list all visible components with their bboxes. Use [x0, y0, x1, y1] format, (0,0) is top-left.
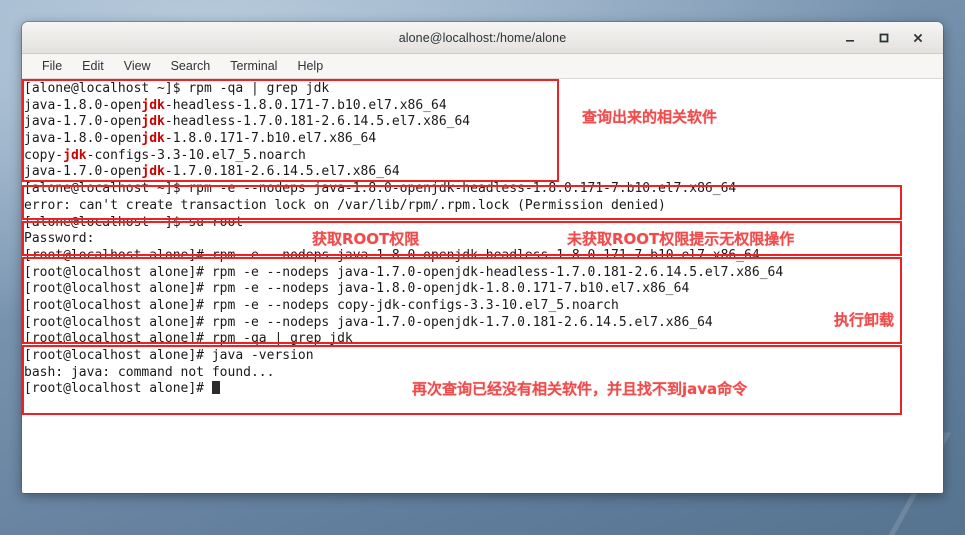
terminal-line-text: [root@localhost alone]# rpm -e --nodeps … [24, 281, 690, 297]
menu-item-help[interactable]: Help [287, 57, 333, 75]
minimize-icon[interactable] [842, 30, 858, 46]
terminal-line-text: error: can't create transaction lock on … [24, 197, 666, 213]
menu-item-view[interactable]: View [114, 57, 161, 75]
terminal-line-text: copy- [24, 147, 64, 163]
terminal-line: [root@localhost alone]# rpm -e --nodeps … [24, 248, 783, 265]
terminal-line-text: [root@localhost alone]# [24, 381, 212, 397]
terminal-cursor [211, 381, 221, 395]
terminal-line-text: [root@localhost alone]# rpm -e --nodeps … [24, 314, 713, 330]
terminal-line: java-1.7.0-openjdk-headless-1.7.0.181-2.… [24, 114, 783, 131]
terminal-line-text: -headless-1.7.0.181-2.6.14.5.el7.x86_64 [164, 114, 471, 130]
terminal-line: java-1.7.0-openjdk-1.7.0.181-2.6.14.5.el… [24, 164, 783, 181]
terminal-line-text: -1.7.0.181-2.6.14.5.el7.x86_64 [164, 164, 400, 180]
window-controls [842, 30, 943, 46]
terminal-line-text: [root@localhost alone]# java -version [24, 348, 314, 363]
window-titlebar[interactable]: alone@localhost:/home/alone [22, 22, 943, 54]
terminal-line: error: can't create transaction lock on … [24, 198, 783, 215]
terminal-line: [root@localhost alone]# rpm -qa | grep j… [24, 331, 783, 348]
terminal-line: [root@localhost alone]# rpm -e --nodeps … [24, 281, 783, 298]
close-icon[interactable] [910, 30, 926, 46]
terminal-text: [alone@localhost ~]$ rpm -qa | grep jdk j… [22, 79, 783, 398]
maximize-icon[interactable] [876, 30, 892, 46]
terminal-line: [alone@localhost ~]$ rpm -qa | grep jdk [24, 81, 783, 98]
menu-item-terminal[interactable]: Terminal [220, 57, 287, 75]
window-title: alone@localhost:/home/alone [398, 30, 567, 45]
terminal-window: alone@localhost:/home/alone File Edit Vi… [22, 22, 943, 493]
grep-match: jdk [141, 164, 165, 180]
terminal-line-text: bash: java: command not found... [24, 364, 275, 380]
terminal-line-text: java-1.8.0-open [24, 131, 142, 147]
terminal-line-text: [alone@localhost ~]$ su root [24, 214, 244, 230]
terminal-line-text: [root@localhost alone]# rpm -e --nodeps … [24, 297, 619, 313]
terminal-line: [alone@localhost ~]$ su root [24, 215, 783, 232]
terminal-line-text: java-1.8.0-open [24, 97, 142, 113]
terminal-line: [alone@localhost ~]$ rpm -e --nodeps jav… [24, 181, 783, 198]
terminal-line: [root@localhost alone]# rpm -e --nodeps … [24, 315, 783, 332]
grep-match: jdk [63, 147, 87, 163]
terminal-line-text: java-1.7.0-open [24, 164, 142, 180]
terminal-line: bash: java: command not found... [24, 365, 783, 382]
anno-do-uninstall: 执行卸载 [834, 311, 895, 329]
terminal-line: [root@localhost alone]# rpm -e --nodeps … [24, 298, 783, 315]
terminal-line-text: [alone@localhost ~]$ rpm -e --nodeps jav… [24, 181, 737, 197]
terminal-line-text: java-1.7.0-open [24, 114, 142, 130]
terminal-line: copy-jdk-configs-3.3-10.el7_5.noarch [24, 148, 783, 165]
menu-item-search[interactable]: Search [161, 57, 221, 75]
menu-item-file[interactable]: File [32, 57, 72, 75]
terminal-line-text: -headless-1.8.0.171-7.b10.el7.x86_64 [164, 97, 447, 113]
terminal-line: [root@localhost alone]# rpm -e --nodeps … [24, 265, 783, 282]
grep-match: jdk [141, 131, 165, 147]
terminal-line-text: -configs-3.3-10.el7_5.noarch [86, 147, 306, 163]
terminal-output-area[interactable]: [alone@localhost ~]$ rpm -qa | grep jdk j… [22, 79, 943, 493]
terminal-line-text: [alone@localhost ~]$ rpm -qa | grep jdk [24, 81, 330, 96]
menu-item-edit[interactable]: Edit [72, 57, 114, 75]
menubar: File Edit View Search Terminal Help [22, 54, 943, 79]
terminal-line-text: [root@localhost alone]# rpm -e --nodeps … [24, 264, 784, 280]
grep-match: jdk [141, 97, 165, 113]
terminal-line: Password: [24, 231, 783, 248]
terminal-line-text: Password: [24, 231, 95, 247]
terminal-line: java-1.8.0-openjdk-1.8.0.171-7.b10.el7.x… [24, 131, 783, 148]
terminal-line: [root@localhost alone]# java -version [24, 348, 783, 365]
terminal-line-text: [root@localhost alone]# rpm -qa | grep j… [24, 331, 353, 347]
terminal-line-text: -1.8.0.171-7.b10.el7.x86_64 [164, 131, 377, 147]
terminal-line: java-1.8.0-openjdk-headless-1.8.0.171-7.… [24, 98, 783, 115]
terminal-line: [root@localhost alone]# [24, 381, 783, 398]
terminal-line-text: [root@localhost alone]# rpm -e --nodeps … [24, 247, 760, 263]
grep-match: jdk [141, 114, 165, 130]
